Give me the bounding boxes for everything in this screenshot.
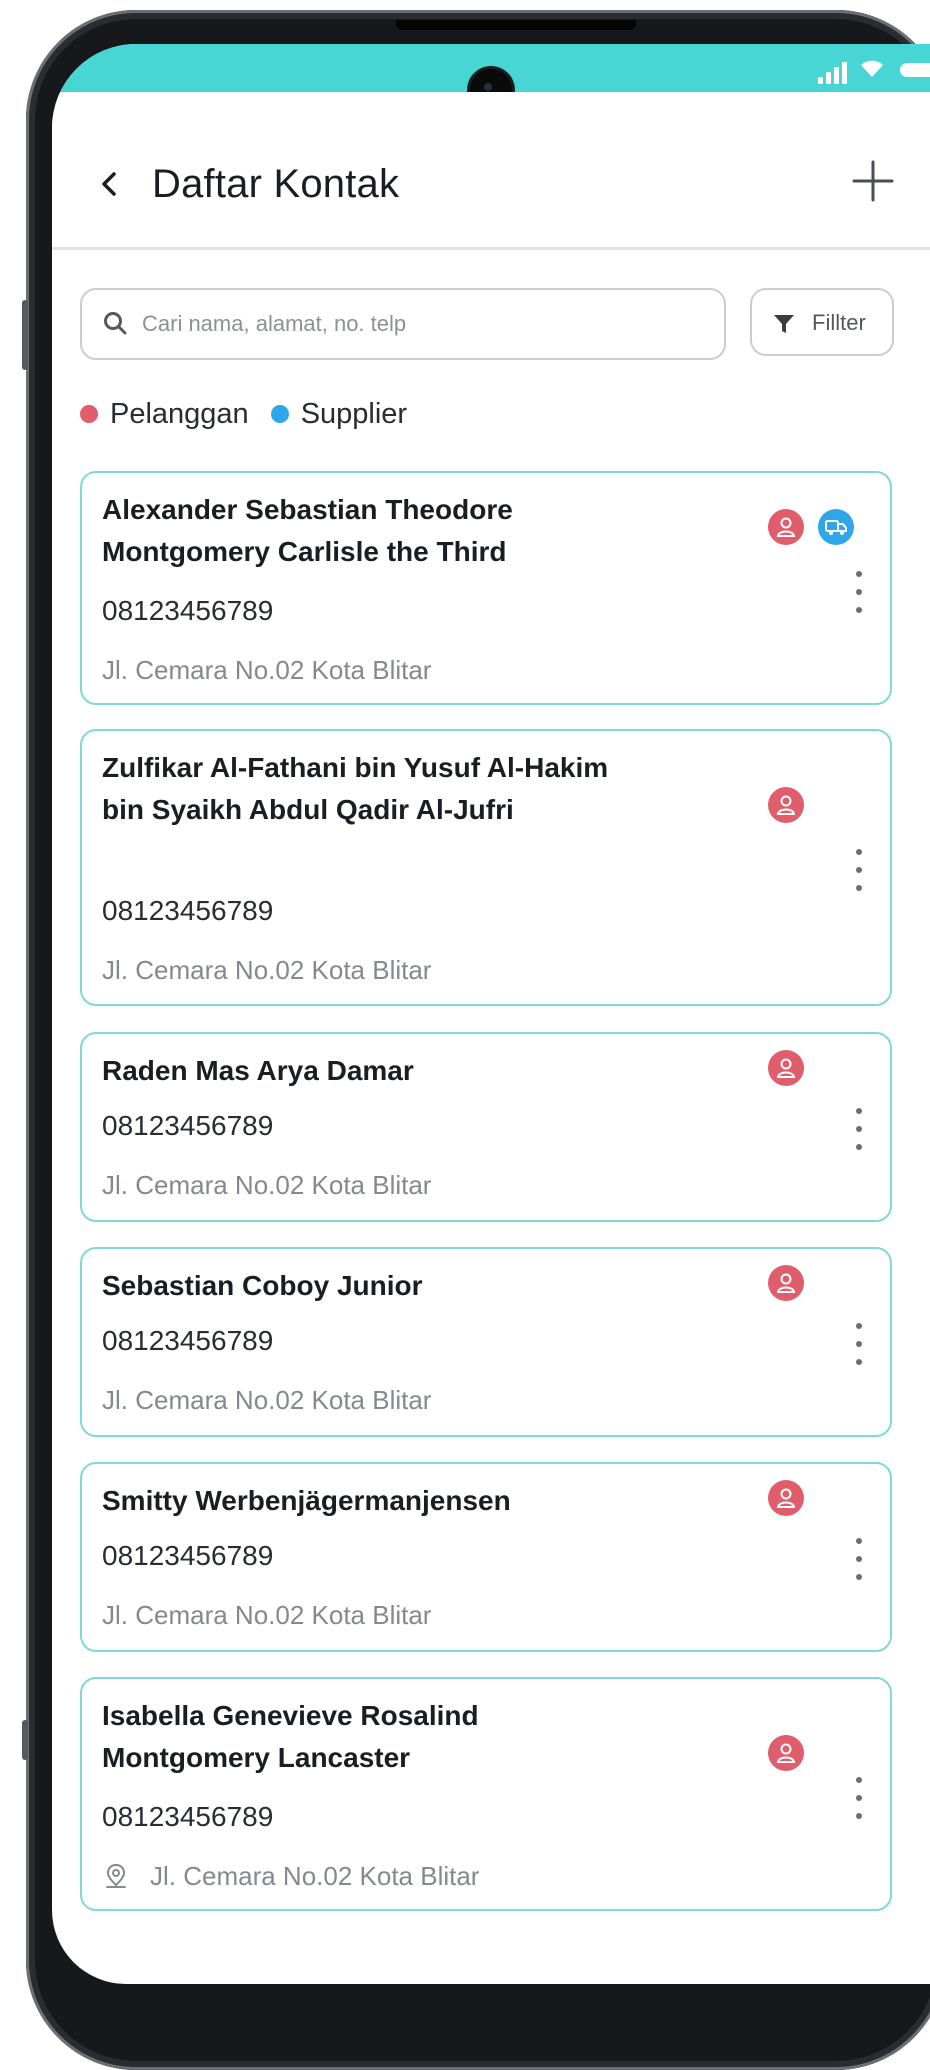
search-icon [104,312,127,335]
contact-name: Isabella Genevieve Rosalind Montgomery L… [102,1700,479,1773]
legend-label: Supplier [300,397,408,430]
contact-card[interactable]: Raden Mas Arya Damar 08123456789 Jl. Cem… [80,1032,892,1222]
more-options-button[interactable] [852,1106,866,1154]
truck-icon [825,520,847,535]
contact-card[interactable]: Isabella Genevieve Rosalind Montgomery L… [80,1677,892,1911]
supplier-badge [818,509,854,545]
contact-address: Jl. Cemara No.02 Kota Blitar [102,655,432,685]
user-icon [776,1743,796,1763]
contact-name: Sebastian Coboy Junior [102,1270,423,1301]
side-button [22,1720,28,1760]
more-options-button[interactable] [852,1321,866,1369]
pelanggan-dot [80,405,98,423]
user-icon [776,795,796,815]
contact-address: Jl. Cemara No.02 Kota Blitar [102,955,432,985]
more-options-button[interactable] [852,1536,866,1584]
filter-label: Fillter [812,310,866,335]
contact-card[interactable]: Alexander Sebastian Theodore Montgomery … [80,471,892,705]
status-icons [780,54,930,84]
signal-icon [818,62,848,84]
user-icon [776,1488,796,1508]
contact-phone: 08123456789 [102,1325,274,1356]
user-icon [776,517,796,537]
user-icon [776,1273,796,1293]
battery-icon [900,63,930,77]
earpiece-slot [396,20,636,30]
legend-item-pelanggan: Pelanggan [80,398,249,431]
user-icon [776,1058,796,1078]
legend: Pelanggan Supplier [80,394,429,434]
location-pin-icon [106,1863,126,1888]
contact-address: Jl. Cemara No.02 Kota Blitar [150,1861,480,1891]
contact-address: Jl. Cemara No.02 Kota Blitar [102,1170,432,1200]
contact-card[interactable]: Smitty Werbenjägermanjensen 08123456789 … [80,1462,892,1652]
more-options-button[interactable] [852,1775,866,1823]
contact-name: Smitty Werbenjägermanjensen [102,1485,511,1516]
contact-name: Zulfikar Al-Fathani bin Yusuf Al-Hakim b… [102,752,609,825]
contact-phone: 08123456789 [102,595,274,626]
contact-card[interactable]: Sebastian Coboy Junior 08123456789 Jl. C… [80,1247,892,1437]
pelanggan-badge [768,1265,804,1301]
contact-phone: 08123456789 [102,1801,274,1832]
legend-item-supplier: Supplier [270,397,408,431]
volume-button [22,300,28,370]
plus-icon [852,160,894,202]
contact-address-row: Jl. Cemara No.02 Kota Blitar [102,1861,479,1892]
pelanggan-badge [768,1480,804,1516]
contact-address: Jl. Cemara No.02 Kota Blitar [102,1600,432,1630]
add-contact-button[interactable] [848,156,898,206]
search-input[interactable] [140,304,704,344]
legend-label: Pelanggan [110,397,249,430]
search-box[interactable] [80,288,726,360]
wifi-icon [861,60,883,77]
chevron-left-icon [102,172,116,196]
contact-name: Alexander Sebastian Theodore Montgomery … [102,494,513,567]
page-title: Daftar Kontak [152,162,400,206]
pelanggan-badge [768,1735,804,1771]
contact-phone: 08123456789 [102,895,274,926]
contact-card[interactable]: Zulfikar Al-Fathani bin Yusuf Al-Hakim b… [80,729,892,1006]
back-button[interactable] [88,162,132,206]
contact-name: Raden Mas Arya Damar [102,1055,414,1086]
pelanggan-badge [768,787,804,823]
screen: Daftar Kontak Fillter Pelanggan Supplier [52,44,930,1984]
more-options-button[interactable] [852,569,866,617]
app-bar: Daftar Kontak [52,92,930,250]
more-options-button[interactable] [852,847,866,895]
contact-phone: 08123456789 [102,1540,274,1571]
contact-address: Jl. Cemara No.02 Kota Blitar [102,1385,432,1415]
contact-phone: 08123456789 [102,1110,274,1141]
funnel-icon [774,315,794,333]
pelanggan-badge [768,1050,804,1086]
filter-button[interactable]: Fillter [750,288,894,356]
pelanggan-badge [768,509,804,545]
supplier-dot [270,405,289,423]
